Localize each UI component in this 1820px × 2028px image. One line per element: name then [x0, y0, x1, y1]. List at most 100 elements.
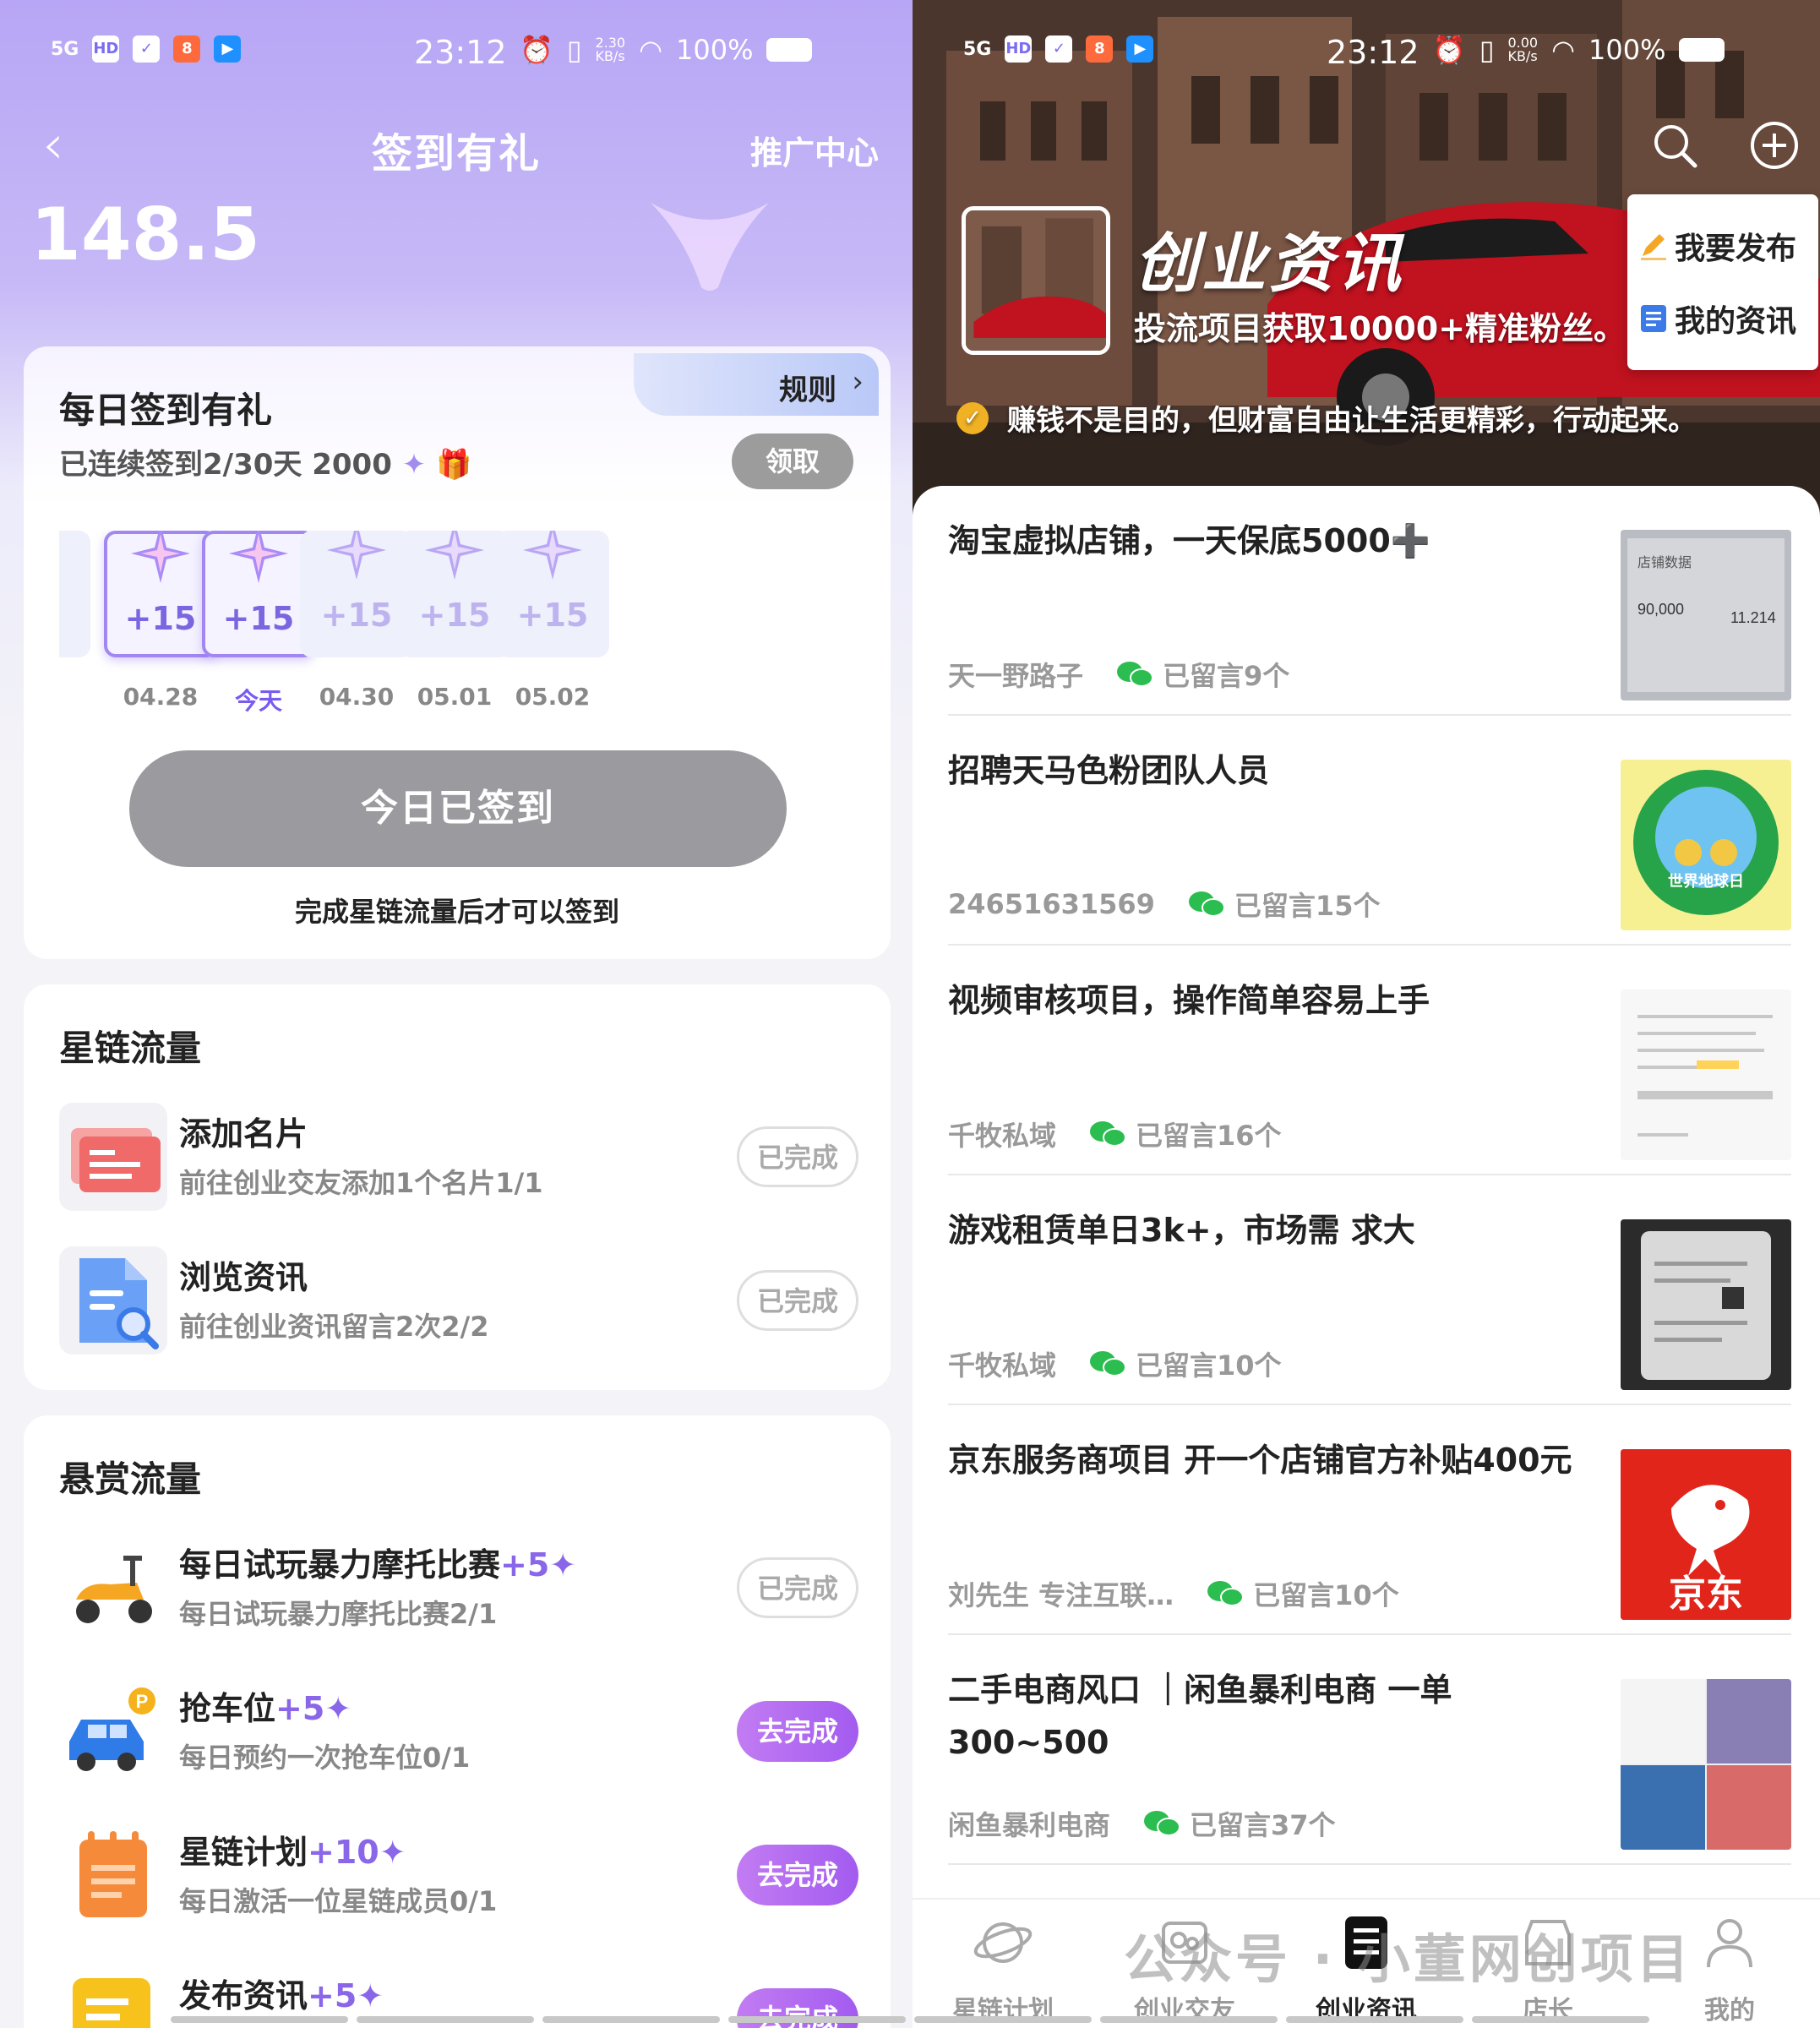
signin-calendar: +15 04.28 +15 今天 +15 04.30 +15 05.01 +15…	[59, 531, 870, 725]
app-notification-icon: ▶	[214, 35, 242, 63]
news-thumbnail: 店铺数据 90,000 11.214	[1621, 530, 1791, 701]
news-title: 游戏租赁单日3k+，市场需 求大	[948, 1212, 1415, 1249]
publish-menu: 我要发布 我的资讯	[1627, 194, 1818, 370]
alarm-icon: ⏰	[520, 34, 553, 66]
task-name: 发布资讯+5✦	[179, 1970, 384, 2016]
star-sparkle-icon	[523, 531, 582, 580]
shop-title-text: 店铺数据	[1637, 555, 1692, 570]
news-item[interactable]: 二手电商风口 ｜闲鱼暴利电商 一单300~500 闲鱼暴利电商 已留言37个	[948, 1635, 1791, 1865]
star-sparkle-icon	[425, 531, 484, 580]
tab-xinglian-plan[interactable]: 星链计划	[913, 1911, 1093, 2026]
signin-note: 完成星链流量后才可以签到	[294, 896, 619, 928]
shop-value-text: 11.214	[1730, 609, 1776, 626]
claim-button[interactable]: 领取	[732, 433, 853, 489]
news-thumbnail	[1621, 1219, 1791, 1390]
signed-today-button[interactable]: 今日已签到	[129, 750, 787, 867]
battery-icon	[766, 38, 813, 62]
wechat-icon	[1090, 1351, 1127, 1377]
battery-icon	[1679, 38, 1725, 62]
channel-logo	[962, 206, 1110, 355]
task-status-button[interactable]: 已完成	[737, 1126, 858, 1187]
hero-slogan: ✓ 赚钱不是目的，但财富自由让生活更精彩，行动起来。	[956, 397, 1697, 439]
status-bar: 5G HD ✓ 8 ▶ 23:12 ⏰ ▯ 2.30 KB/s ◠ 100%	[0, 25, 913, 76]
task-status-button[interactable]: 已完成	[737, 1557, 858, 1618]
news-comments: 已留言9个	[1163, 660, 1290, 692]
task-name: 添加名片	[179, 1115, 308, 1153]
task-name: 星链计划+10✦	[179, 1826, 406, 1873]
gesture-segment	[1286, 2016, 1463, 2023]
xinglian-traffic-card: 星链流量 添加名片 前往创业交友添加1个名片1/1 已完成 浏览资讯 前往创业资…	[24, 984, 891, 1390]
hero-subtitle: 投流项目获取10000+精准粉丝。	[1134, 310, 1627, 347]
news-item[interactable]: 游戏租赁单日3k+，市场需 求大 千牧私域 已留言10个	[948, 1175, 1791, 1405]
task-name-text: 发布资讯	[179, 1977, 308, 2014]
business-card-icon	[59, 1103, 167, 1211]
news-item[interactable]: 淘宝虚拟店铺，一天保底5000➕ 天一野路子 已留言9个 店铺数据 90,000 1…	[948, 486, 1791, 716]
news-comments: 已留言15个	[1234, 890, 1381, 922]
task-name-text: 抢车位	[179, 1690, 276, 1727]
scooter-icon	[59, 1534, 167, 1642]
gift-icon: 🎁	[436, 448, 472, 482]
day-cell: +15 05.02	[493, 531, 612, 711]
net-speed: 2.30 KB/s	[595, 35, 626, 64]
promo-center-link[interactable]: 推广中心	[750, 127, 879, 173]
points-balance: 148.5	[30, 193, 261, 277]
task-bonus: +5	[500, 1546, 550, 1584]
gesture-bar	[0, 2016, 1820, 2023]
network-indicator: 5G	[51, 38, 79, 60]
add-circle-icon[interactable]	[1749, 120, 1800, 171]
news-thumbnail	[1621, 989, 1791, 1160]
reward-traffic-card: 悬赏流量 每日试玩暴力摩托比赛+5✦ 每日试玩暴力摩托比赛2/1 已完成 P 抢…	[24, 1415, 891, 2028]
task-row: P 抢车位+5✦ 每日预约一次抢车位0/1 去完成	[59, 1677, 870, 1787]
check-circle-icon: ✓	[956, 401, 989, 434]
notepad-icon	[59, 1821, 167, 1929]
app-notification-icon: 8	[1086, 35, 1114, 63]
rules-label: 规则	[779, 373, 836, 407]
parking-car-icon: P	[59, 1677, 167, 1785]
menu-item-my-news[interactable]: 我的资讯	[1639, 289, 1796, 348]
news-item[interactable]: 招聘天马色粉团队人员 24651631569 已留言15个 世界地球日	[948, 716, 1791, 946]
day-amount: +15	[516, 597, 589, 634]
app-notification-icon: ✓	[1045, 35, 1073, 63]
news-author: 千牧私域	[948, 1349, 1057, 1382]
star-sparkle-icon	[327, 531, 386, 580]
wifi-icon: ◠	[639, 34, 662, 66]
task-desc: 前往创业资讯留言2次2/2	[179, 1311, 489, 1343]
news-item[interactable]: 视频审核项目，操作简单容易上手 千牧私域 已留言16个	[948, 946, 1791, 1175]
gesture-segment	[1472, 2016, 1649, 2023]
slogan-text: 赚钱不是目的，但财富自由让生活更精彩，行动起来。	[1007, 404, 1697, 438]
news-author: 闲鱼暴利电商	[948, 1809, 1111, 1841]
task-go-button[interactable]: 去完成	[737, 1701, 858, 1762]
day-amount: +15	[222, 600, 295, 637]
task-name: 每日试玩暴力摩托比赛+5✦	[179, 1539, 576, 1585]
jd-logo-thumbnail: 京东	[1621, 1449, 1791, 1620]
signin-heading: 每日签到有礼	[59, 390, 273, 431]
task-go-button[interactable]: 去完成	[737, 1845, 858, 1905]
news-author: 24651631569	[948, 888, 1155, 920]
task-status-button[interactable]: 已完成	[737, 1270, 858, 1331]
wechat-icon	[1117, 662, 1154, 687]
news-title: 淘宝虚拟店铺，一天保底5000➕	[948, 522, 1431, 559]
wechat-icon	[1144, 1811, 1181, 1836]
clock: 23:12	[1327, 34, 1419, 71]
task-row: 浏览资讯 前往创业资讯留言2次2/2 已完成	[59, 1246, 870, 1356]
pencil-icon	[1641, 234, 1666, 260]
task-row: 添加名片 前往创业交友添加1个名片1/1 已完成	[59, 1103, 870, 1213]
document-search-icon	[59, 1246, 167, 1355]
rules-link[interactable]: 规则 ›	[634, 353, 879, 416]
earth-day-text: 世界地球日	[1668, 872, 1744, 890]
search-icon[interactable]	[1649, 120, 1700, 171]
gesture-segment	[357, 2016, 534, 2023]
task-desc: 前往创业交友添加1个名片1/1	[179, 1167, 543, 1199]
net-speed: 0.00 KB/s	[1507, 35, 1539, 64]
gesture-segment	[171, 2016, 348, 2023]
gesture-segment	[914, 2016, 1092, 2023]
star-sparkle-icon	[131, 531, 190, 583]
news-item[interactable]: 京东服务商项目 开一个店铺官方补贴400元 刘先生 专注互联… 已留言10个 京…	[948, 1405, 1791, 1635]
news-title: 招聘天马色粉团队人员	[948, 752, 1270, 789]
task-desc: 每日试玩暴力摩托比赛2/1	[179, 1598, 498, 1630]
menu-item-publish[interactable]: 我要发布	[1639, 216, 1796, 275]
news-thumbnail: 世界地球日	[1621, 760, 1791, 930]
news-title: 视频审核项目，操作简单容易上手	[948, 982, 1430, 1019]
sparkle-icon: ✦	[324, 1690, 352, 1727]
jd-text: 京东	[1669, 1573, 1743, 1616]
